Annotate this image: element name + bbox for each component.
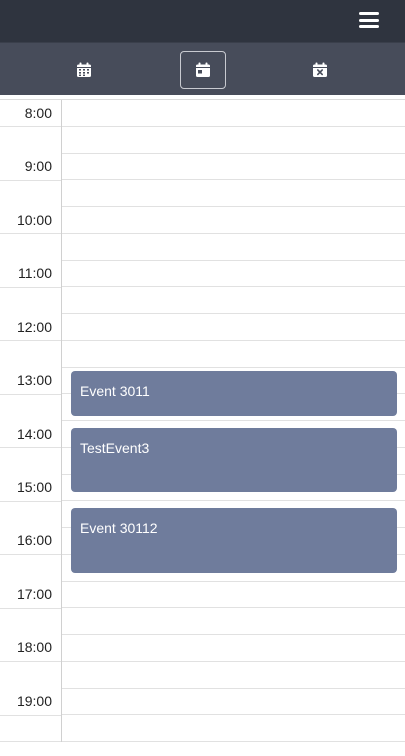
day-view-button[interactable] — [180, 51, 226, 89]
time-slot[interactable] — [62, 662, 405, 689]
time-divider — [0, 741, 61, 742]
time-divider — [0, 500, 61, 502]
time-slot[interactable] — [62, 261, 405, 288]
time-divider — [0, 393, 61, 395]
hour-label: 12:00 — [16, 319, 52, 335]
calendar-event[interactable]: TestEvent3 — [71, 428, 397, 492]
hour-label: 11:00 — [18, 265, 52, 281]
time-slot[interactable] — [62, 608, 405, 635]
hour-label: 13:00 — [16, 372, 52, 388]
hour-label: 18:00 — [16, 639, 52, 655]
calendar-x-icon — [313, 62, 327, 77]
time-slot[interactable] — [62, 314, 405, 341]
clear-view-button[interactable] — [297, 51, 343, 89]
hamburger-line — [359, 25, 379, 28]
event-title: TestEvent3 — [80, 440, 150, 456]
month-view-button[interactable] — [61, 51, 107, 89]
calendar-event[interactable]: Event 3011 — [71, 371, 397, 416]
time-slot[interactable] — [62, 287, 405, 314]
time-slot[interactable] — [62, 582, 405, 609]
time-slot[interactable] — [62, 635, 405, 662]
event-title: Event 3011 — [80, 383, 150, 399]
time-divider — [0, 126, 61, 127]
hamburger-menu-icon[interactable] — [359, 11, 379, 29]
event-title: Event 30112 — [80, 520, 158, 536]
time-divider — [0, 340, 61, 341]
time-slot[interactable] — [62, 154, 405, 181]
time-divider — [0, 447, 61, 448]
time-divider — [0, 233, 61, 234]
hour-label: 8:00 — [24, 105, 52, 121]
time-slot[interactable] — [62, 715, 405, 742]
hour-label: 9:00 — [24, 158, 52, 174]
calendar-event[interactable]: Event 30112 — [71, 508, 397, 573]
hour-label: 17:00 — [16, 586, 52, 602]
time-divider — [0, 286, 61, 288]
time-slot[interactable] — [62, 180, 405, 207]
time-slot[interactable] — [62, 689, 405, 716]
hour-label: 10:00 — [16, 212, 52, 228]
time-divider — [0, 554, 61, 555]
day-grid — [61, 100, 405, 742]
calendar-day-icon — [196, 62, 210, 77]
time-slot[interactable] — [62, 127, 405, 154]
top-navigation-bar — [0, 0, 405, 42]
time-slot[interactable] — [62, 234, 405, 261]
hour-label: 19:00 — [16, 693, 52, 709]
hour-label: 16:00 — [16, 532, 52, 548]
day-calendar: 8:00 9:00 10:00 11:00 12:00 13:00 14:00 … — [0, 95, 405, 756]
hour-label: 15:00 — [16, 479, 52, 495]
hamburger-line — [359, 12, 379, 15]
calendar-grid-icon — [77, 62, 91, 77]
time-slot[interactable] — [62, 341, 405, 368]
hamburger-line — [359, 18, 379, 22]
view-toolbar — [0, 42, 405, 95]
hour-label: 14:00 — [16, 426, 52, 442]
time-divider — [0, 714, 61, 716]
time-divider — [0, 179, 61, 181]
time-divider — [0, 607, 61, 609]
time-divider — [0, 661, 61, 662]
time-slot[interactable] — [62, 207, 405, 234]
time-slot[interactable] — [62, 100, 405, 127]
